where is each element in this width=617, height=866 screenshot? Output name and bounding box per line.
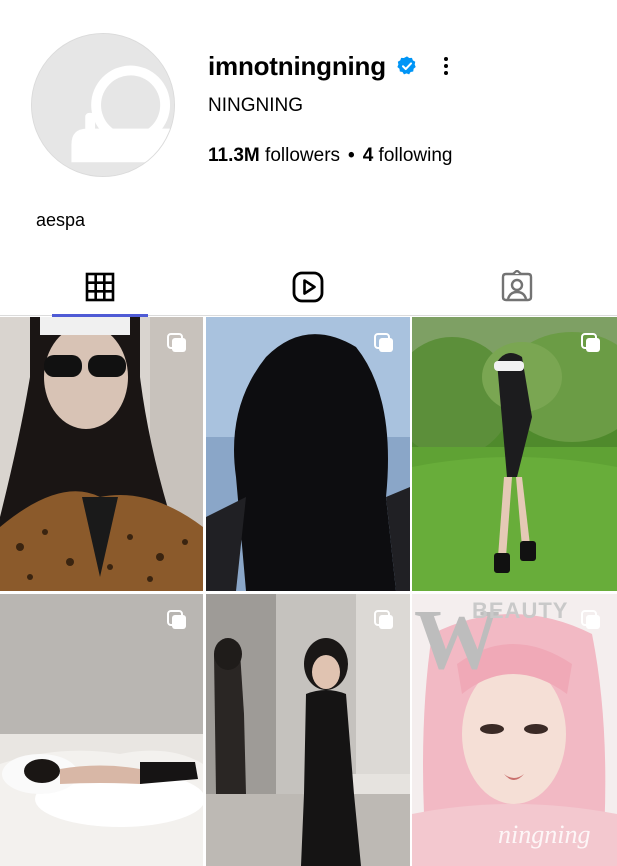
followers-count: 11.3M: [208, 145, 260, 166]
verified-badge-icon: [396, 55, 418, 77]
carousel-icon: [372, 608, 396, 632]
profile-stats: 11.3M followers • 4 following: [208, 145, 452, 167]
post-photo: [412, 317, 617, 591]
profile-avatar[interactable]: [31, 33, 175, 177]
following-link[interactable]: 4 following: [363, 145, 453, 167]
tab-reels[interactable]: [260, 258, 356, 316]
post-photo: [0, 317, 203, 591]
post-photo: [206, 317, 410, 591]
following-count: 4: [362, 145, 374, 166]
followers-label: followers: [265, 145, 341, 166]
profile-bio: aespa: [36, 210, 86, 230]
post-thumbnail[interactable]: [206, 317, 410, 591]
avatar-placeholder-icon: [32, 34, 174, 176]
magazine-subtitle: BEAUTY: [472, 598, 569, 623]
username-row: imnotningning: [208, 50, 456, 82]
post-photo: [206, 594, 410, 866]
full-name: NINGNING: [208, 95, 303, 116]
reels-icon: [292, 271, 324, 303]
post-thumbnail[interactable]: [0, 594, 203, 866]
tab-tagged[interactable]: [469, 258, 565, 316]
more-options-icon[interactable]: [436, 53, 456, 79]
carousel-icon: [579, 608, 603, 632]
tab-posts[interactable]: [52, 258, 148, 317]
stats-separator: •: [348, 145, 355, 166]
followers-link[interactable]: 11.3M followers: [208, 145, 340, 167]
username: imnotningning: [208, 50, 386, 81]
post-thumbnail[interactable]: [206, 594, 410, 866]
post-thumbnail[interactable]: [412, 317, 617, 591]
carousel-icon: [165, 331, 189, 355]
post-thumbnail[interactable]: W BEAUTY ningning: [412, 594, 617, 866]
carousel-icon: [165, 608, 189, 632]
post-thumbnail[interactable]: [0, 317, 203, 591]
profile-tabs: [0, 258, 617, 317]
magazine-signature: ningning: [498, 820, 591, 849]
carousel-icon: [372, 331, 396, 355]
tagged-icon: [501, 270, 533, 302]
post-photo: [0, 594, 203, 866]
grid-icon: [85, 272, 115, 302]
following-label: following: [378, 145, 453, 166]
carousel-icon: [579, 331, 603, 355]
